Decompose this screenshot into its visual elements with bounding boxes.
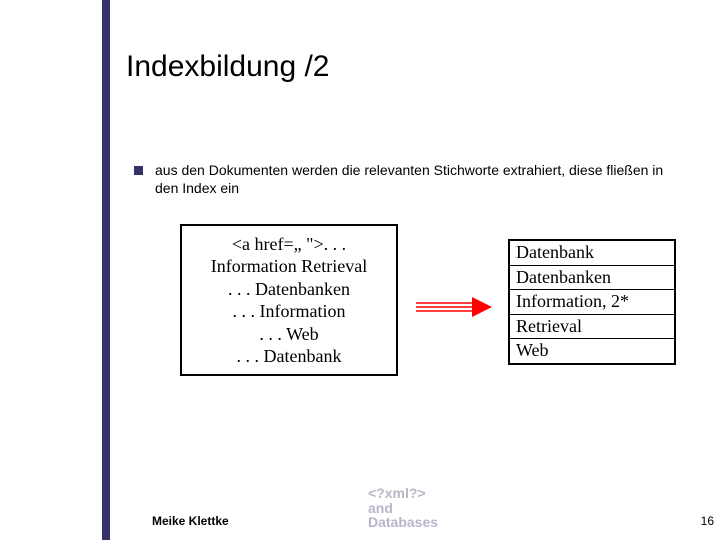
bullet-text: aus den Dokumenten werden die relevanten… xyxy=(155,162,690,197)
table-row: Information, 2* xyxy=(509,290,675,315)
bullet-item: aus den Dokumenten werden die relevanten… xyxy=(134,162,690,197)
index-cell: Retrieval xyxy=(509,314,675,339)
doc-line: . . . Datenbank xyxy=(237,345,342,368)
doc-line: . . . Datenbanken xyxy=(228,278,350,301)
logo-line: Databases xyxy=(368,515,438,530)
bullet-square-icon xyxy=(134,166,143,175)
document-box: <a href=„ ">. . . Information Retrieval … xyxy=(180,224,398,376)
table-row: Retrieval xyxy=(509,314,675,339)
index-cell: Datenbanken xyxy=(509,265,675,290)
footer-author: Meike Klettke xyxy=(152,514,229,528)
doc-line: . . . Web xyxy=(259,323,318,346)
logo-line: <?xml?> xyxy=(368,486,438,501)
doc-line: Information Retrieval xyxy=(211,255,367,278)
slide-title: Indexbildung /2 xyxy=(126,50,686,94)
index-cell: Datenbank xyxy=(509,240,675,265)
arrow-icon xyxy=(416,297,492,317)
footer-logo: <?xml?> and Databases xyxy=(368,486,438,530)
slide: Indexbildung /2 aus den Dokumenten werde… xyxy=(0,0,720,540)
table-row: Datenbanken xyxy=(509,265,675,290)
doc-line: <a href=„ ">. . . xyxy=(232,233,346,256)
index-cell: Web xyxy=(509,339,675,364)
table-row: Datenbank xyxy=(509,240,675,265)
index-cell: Information, 2* xyxy=(509,290,675,315)
title-area: Indexbildung /2 xyxy=(126,50,686,94)
index-table: Datenbank Datenbanken Information, 2* Re… xyxy=(508,239,676,365)
table-row: Web xyxy=(509,339,675,364)
title-underline xyxy=(110,97,686,119)
page-number: 16 xyxy=(701,514,714,528)
vertical-accent-bar xyxy=(102,0,110,540)
logo-line: and xyxy=(368,501,438,516)
doc-line: . . . Information xyxy=(233,300,346,323)
